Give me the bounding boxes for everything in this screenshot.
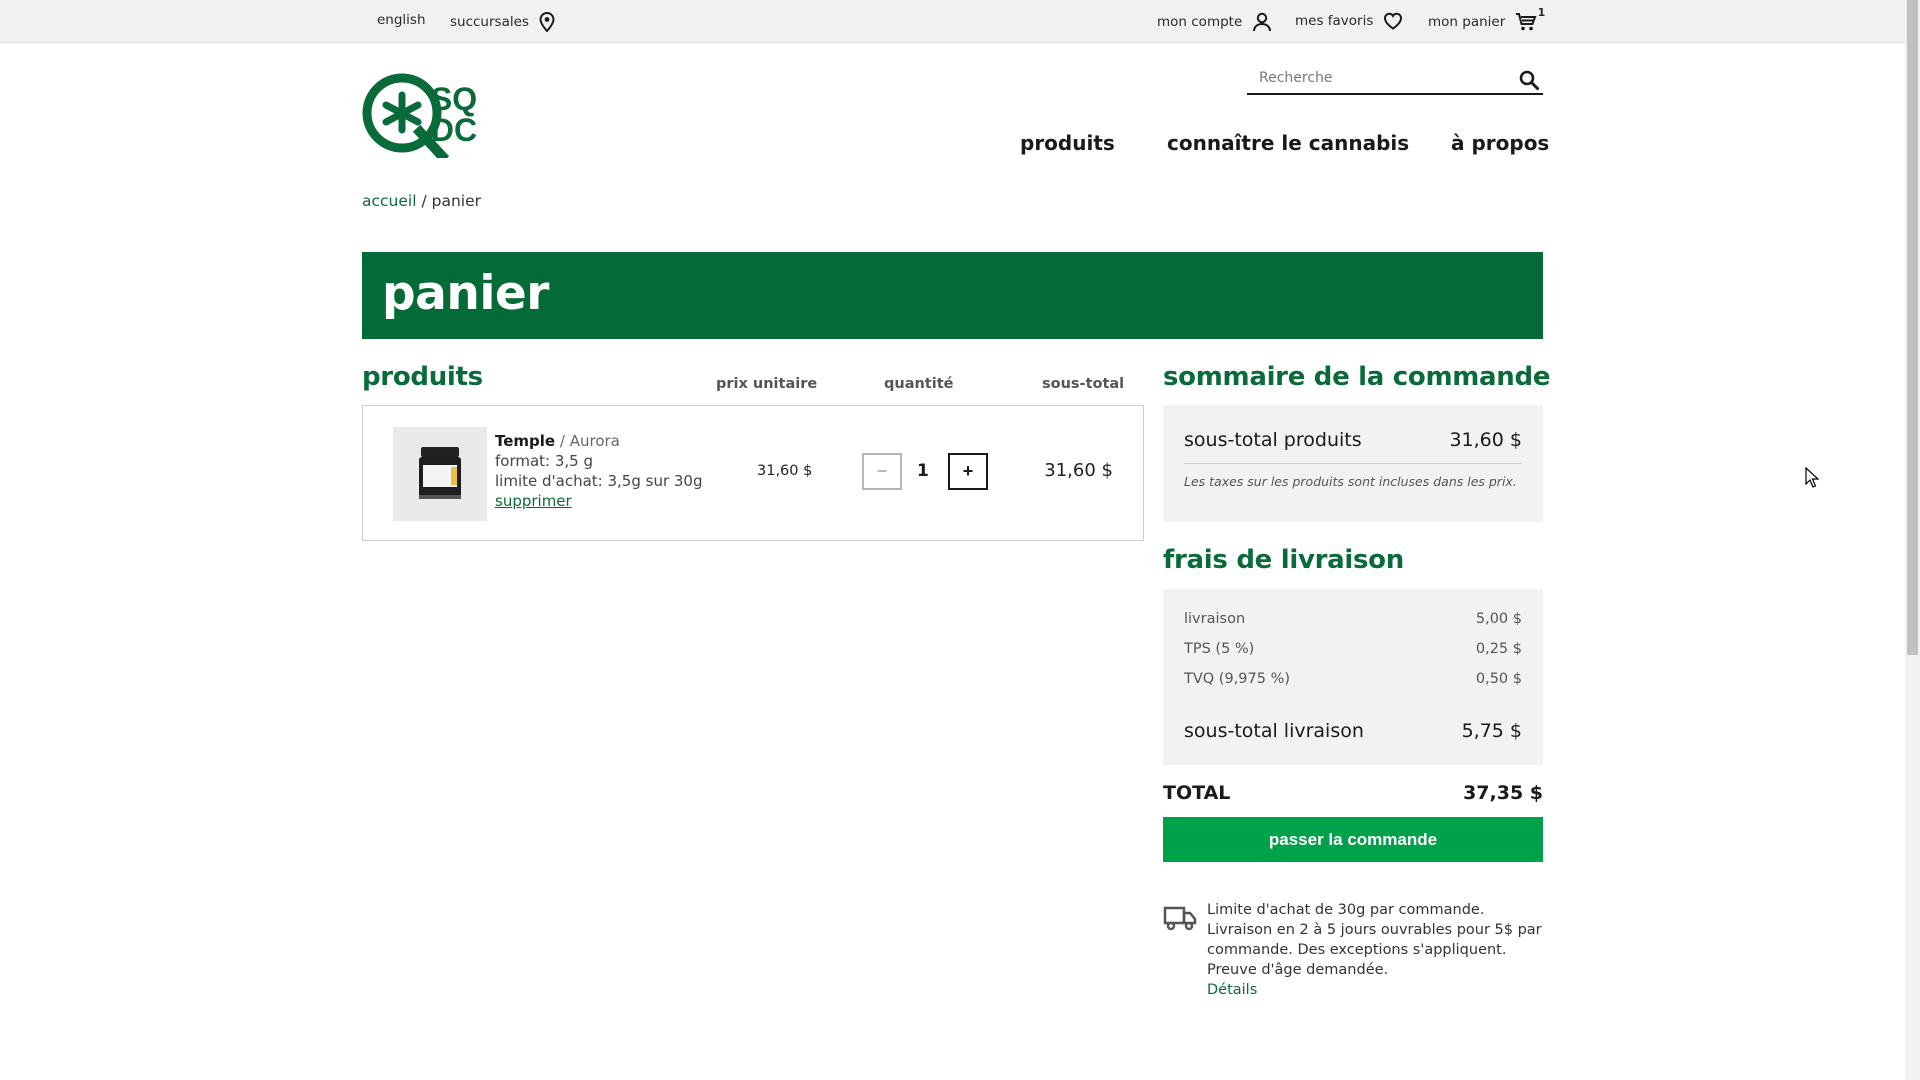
delivery-notice-text: Limite d'achat de 30g par commande. Livr… — [1207, 902, 1542, 978]
cart-count-badge: 1 — [1537, 6, 1546, 19]
stores-link[interactable]: succursales — [450, 12, 555, 32]
product-brand: / Aurora — [559, 432, 620, 450]
column-unit-price: prix unitaire — [716, 376, 818, 392]
mouse-cursor-icon — [1805, 466, 1820, 493]
breadcrumb: accueil / panier — [362, 192, 481, 210]
page-banner: panier — [362, 252, 1543, 339]
product-image[interactable] — [393, 427, 487, 521]
language-link[interactable]: english — [377, 12, 426, 28]
details-link[interactable]: Détails — [1207, 980, 1543, 1000]
heart-icon — [1383, 12, 1403, 30]
cart-link[interactable]: mon panier 1 — [1428, 6, 1545, 32]
order-total-row: TOTAL 37,35 $ — [1163, 782, 1543, 804]
scrollbar-thumb[interactable] — [1907, 0, 1918, 655]
nav-learn-cannabis[interactable]: connaître le cannabis — [1167, 131, 1409, 155]
products-subtotal-value: 31,60 $ — [1449, 429, 1522, 451]
product-purchase-limit: limite d'achat: 3,5g sur 30g — [495, 472, 703, 490]
products-subtotal-label: sous-total produits — [1184, 429, 1362, 451]
qst-line: TVQ (9,975 %) 0,50 $ — [1184, 671, 1522, 687]
shipping-fees-panel: livraison 5,00 $ TPS (5 %) 0,25 $ TVQ (9… — [1163, 589, 1543, 765]
quantity-increase-button[interactable]: + — [948, 453, 988, 490]
remove-item-link[interactable]: supprimer — [495, 492, 572, 510]
total-value: 37,35 $ — [1463, 782, 1543, 804]
shipping-line: livraison 5,00 $ — [1184, 611, 1522, 627]
logo-text-bottom: DC — [431, 112, 477, 148]
breadcrumb-home[interactable]: accueil — [362, 192, 417, 210]
products-section-title: produits — [362, 362, 483, 392]
truck-icon — [1163, 904, 1197, 936]
breadcrumb-current: panier — [431, 192, 482, 210]
tax-note: Les taxes sur les produits sont incluses… — [1184, 474, 1517, 489]
sqdc-logo[interactable]: SQ DC — [362, 72, 478, 164]
favorites-link[interactable]: mes favoris — [1295, 12, 1403, 30]
nav-products[interactable]: produits — [1020, 131, 1115, 155]
product-format: format: 3,5 g — [495, 452, 594, 470]
order-summary-panel: sous-total produits 31,60 $ Les taxes su… — [1163, 405, 1543, 522]
shipping-subtotal-label: sous-total livraison — [1184, 720, 1364, 742]
breadcrumb-separator: / — [421, 192, 427, 210]
order-summary-title: sommaire de la commande — [1163, 362, 1551, 392]
account-link[interactable]: mon compte — [1157, 12, 1272, 32]
product-name[interactable]: Temple — [495, 432, 555, 450]
search-input[interactable] — [1247, 64, 1497, 92]
quantity-value: 1 — [917, 461, 929, 481]
checkout-button[interactable]: passer la commande — [1163, 817, 1543, 862]
page-title: panier — [382, 266, 550, 321]
gst-line: TPS (5 %) 0,25 $ — [1184, 641, 1522, 657]
quantity-decrease-button[interactable]: − — [862, 453, 902, 490]
products-subtotal-row: sous-total produits 31,60 $ — [1184, 429, 1522, 451]
item-subtotal: 31,60 $ — [1044, 460, 1113, 481]
total-label: TOTAL — [1163, 782, 1231, 804]
column-quantity: quantité — [884, 376, 954, 392]
shipping-subtotal-value: 5,75 $ — [1461, 720, 1522, 742]
cart-icon: 1 — [1515, 6, 1545, 32]
summary-divider — [1184, 463, 1522, 464]
shipping-subtotal-row: sous-total livraison 5,75 $ — [1184, 720, 1522, 742]
shipping-fees-title: frais de livraison — [1163, 545, 1404, 575]
page-scrollbar[interactable] — [1905, 0, 1920, 1080]
search-box — [1247, 64, 1543, 95]
search-icon[interactable] — [1519, 70, 1539, 94]
column-subtotal: sous-total — [1042, 376, 1125, 392]
cart-item-row: Temple / Aurora format: 3,5 g limite d'a… — [362, 405, 1144, 541]
utility-bar: english succursales mon compte mes favor… — [0, 0, 1905, 43]
location-pin-icon — [539, 12, 555, 32]
user-icon — [1252, 12, 1272, 32]
nav-about[interactable]: à propos — [1451, 131, 1549, 155]
product-info: Temple / Aurora format: 3,5 g limite d'a… — [495, 431, 703, 511]
unit-price: 31,60 $ — [757, 463, 813, 479]
